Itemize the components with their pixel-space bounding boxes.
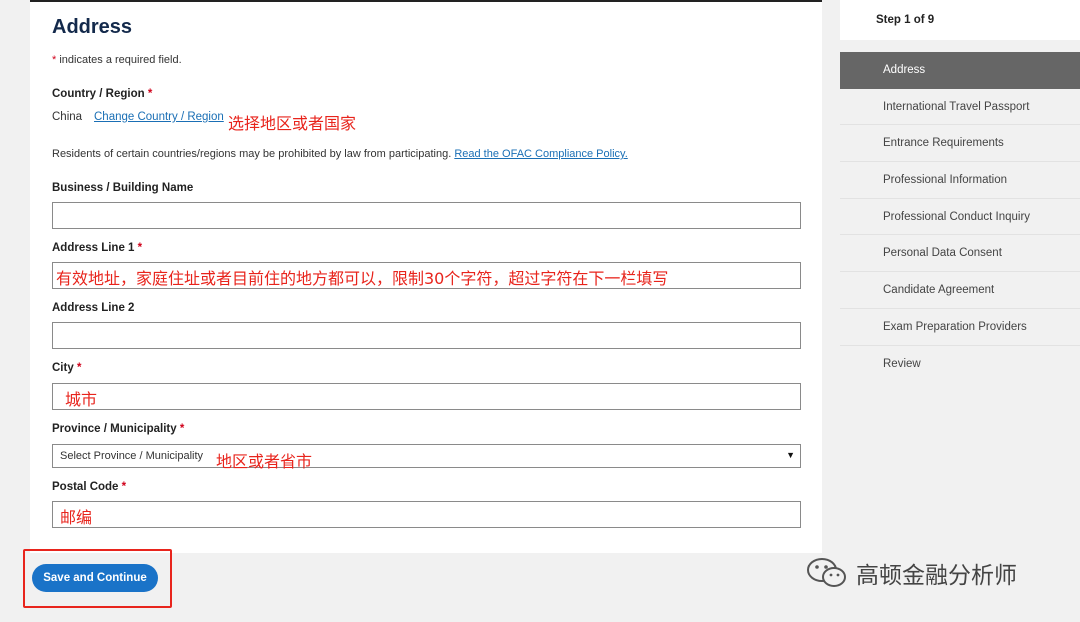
country-label: Country / Region * <box>52 88 153 100</box>
country-annotation: 选择地区或者国家 <box>228 114 357 133</box>
step-item[interactable]: Candidate Agreement <box>840 272 1080 309</box>
step-item[interactable]: Review <box>840 346 1080 383</box>
step-item[interactable]: Exam Preparation Providers <box>840 309 1080 346</box>
step-item[interactable]: International Travel Passport <box>840 89 1080 126</box>
residents-note: Residents of certain countries/regions m… <box>52 148 628 160</box>
step-item[interactable]: Address <box>840 52 1080 89</box>
country-value: China <box>52 111 83 123</box>
postal-annotation: 邮编 <box>60 508 93 527</box>
address2-label: Address Line 2 <box>52 302 135 314</box>
step-item[interactable]: Professional Information <box>840 162 1080 199</box>
watermark: 高顿金融分析师 <box>806 556 1017 590</box>
dropdown-arrow-icon: ▼ <box>786 450 795 460</box>
ofac-policy-link[interactable]: Read the OFAC Compliance Policy. <box>454 148 627 160</box>
address-form: Address * indicates a required field. Co… <box>30 0 822 553</box>
step-item[interactable]: Personal Data Consent <box>840 235 1080 273</box>
postal-input[interactable]: 邮编 <box>52 501 801 528</box>
save-and-continue-button[interactable]: Save and Continue <box>32 564 158 592</box>
business-input[interactable] <box>52 202 801 229</box>
address1-input[interactable]: 有效地址，家庭住址或者目前住的地方都可以，限制30个字符，超过字符在下一栏填写 <box>52 262 801 289</box>
step-item[interactable]: Professional Conduct Inquiry <box>840 199 1080 236</box>
required-note: * indicates a required field. <box>52 54 182 66</box>
address1-annotation: 有效地址，家庭住址或者目前住的地方都可以，限制30个字符，超过字符在下一栏填写 <box>56 269 669 288</box>
watermark-text: 高顿金融分析师 <box>856 563 1017 589</box>
postal-label: Postal Code * <box>52 481 127 493</box>
province-label: Province / Municipality * <box>52 423 185 435</box>
page-title: Address <box>52 16 133 38</box>
change-country-link[interactable]: Change Country / Region <box>94 111 224 123</box>
city-input[interactable]: 城市 <box>52 383 801 410</box>
wechat-icon <box>807 558 846 587</box>
required-star: * <box>52 54 57 66</box>
required-note-text: indicates a required field. <box>59 54 182 66</box>
step-item[interactable]: Entrance Requirements <box>840 125 1080 163</box>
step-list: Address International Travel Passport Entr… <box>840 52 1080 382</box>
city-label: City * <box>52 362 82 374</box>
business-label: Business / Building Name <box>52 182 194 194</box>
address2-input[interactable] <box>52 322 801 349</box>
province-annotation: 地区或者省市 <box>216 452 313 471</box>
step-counter: Step 1 of 9 <box>840 0 1080 40</box>
address1-label: Address Line 1 * <box>52 242 143 254</box>
province-selected-value: Select Province / Municipality <box>60 450 204 462</box>
steps-panel: Step 1 of 9 Address International Travel … <box>840 0 1080 382</box>
city-annotation: 城市 <box>65 390 98 409</box>
province-select[interactable]: Select Province / Municipality ▼ <box>52 444 801 468</box>
